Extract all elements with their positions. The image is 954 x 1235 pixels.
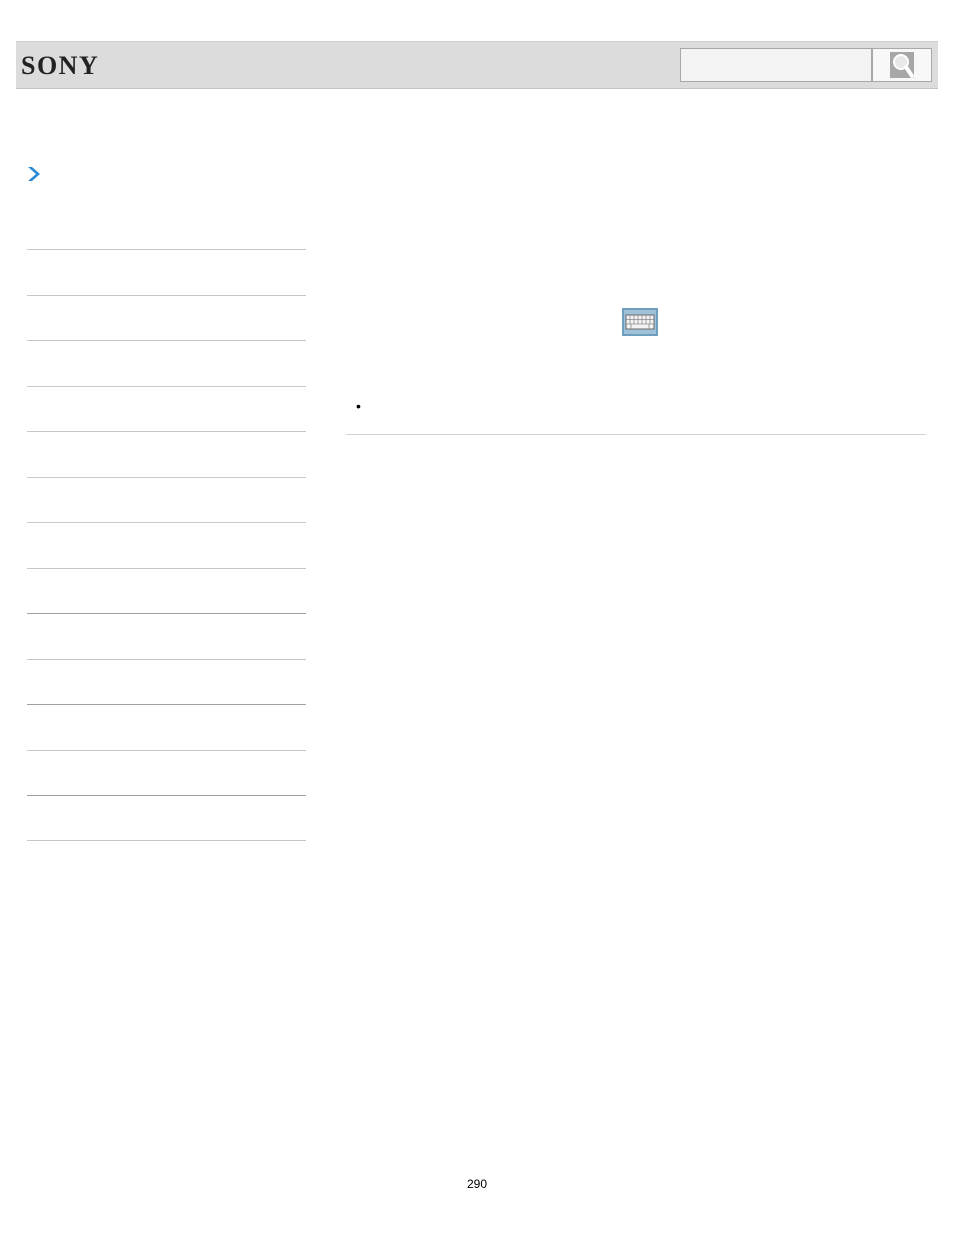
content-divider xyxy=(346,434,926,435)
sidebar-item[interactable] xyxy=(27,476,306,523)
search-button[interactable] xyxy=(872,48,932,82)
page-number: 290 xyxy=(466,1177,488,1191)
sidebar-item[interactable] xyxy=(27,795,306,841)
sidebar-item[interactable] xyxy=(27,749,306,796)
sidebar-item[interactable] xyxy=(27,431,306,477)
sidebar-item[interactable] xyxy=(27,249,306,295)
sidebar-item[interactable] xyxy=(27,658,306,705)
sidebar-item[interactable] xyxy=(27,385,306,432)
sidebar-item[interactable] xyxy=(27,294,306,341)
magnifier-icon xyxy=(890,52,914,78)
list-bullet: • xyxy=(356,398,361,414)
sidebar-item[interactable] xyxy=(27,567,306,614)
keyboard-icon xyxy=(622,308,658,336)
top-header-bar: SONY xyxy=(16,41,938,89)
sidebar-item[interactable] xyxy=(27,522,306,568)
chevron-right-icon[interactable] xyxy=(26,165,42,183)
sidebar-nav xyxy=(27,249,306,841)
sidebar-item[interactable] xyxy=(27,340,306,386)
sidebar-item[interactable] xyxy=(27,613,306,659)
search-input[interactable] xyxy=(680,48,872,82)
sidebar-item[interactable] xyxy=(27,704,306,750)
sony-logo[interactable]: SONY xyxy=(21,53,99,79)
